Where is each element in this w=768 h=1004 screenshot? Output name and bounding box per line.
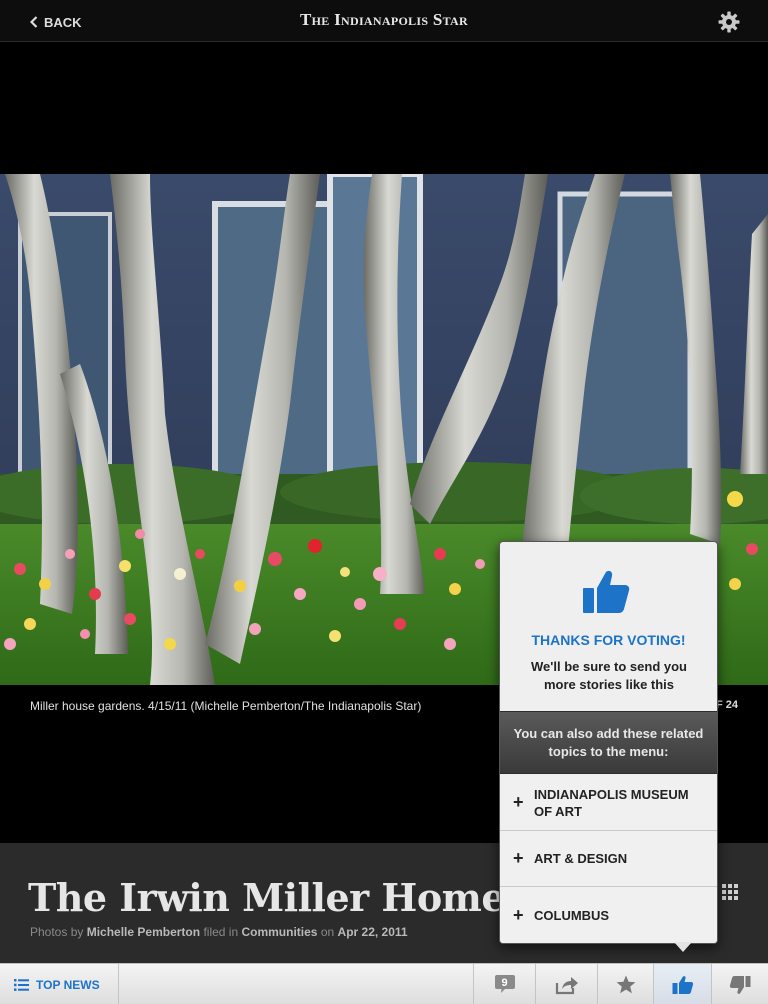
byline-date: Apr 22, 2011 [337, 925, 408, 939]
share-button[interactable] [535, 964, 597, 1004]
topic-item-columbus[interactable]: + COLUMBUS [500, 887, 717, 943]
topic-label: INDIANAPOLIS MUSEUM OF ART [534, 786, 689, 819]
vote-popover: THANKS FOR VOTING! We'll be sure to send… [499, 541, 718, 944]
related-topics-header: You can also add these related topics to… [500, 711, 717, 774]
dislike-button[interactable] [711, 964, 768, 1004]
story-byline: Photos by Michelle Pemberton filed in Co… [30, 925, 408, 939]
byline-on: on [320, 925, 335, 939]
star-icon [616, 975, 635, 994]
thanks-heading: THANKS FOR VOTING! [531, 632, 686, 648]
thumbs-down-icon [729, 975, 751, 994]
plus-icon: + [513, 792, 524, 812]
top-bar: BACK The Indianapolis Star [0, 0, 768, 42]
byline-author[interactable]: Michelle Pemberton [87, 925, 200, 939]
thumbs-up-icon [672, 975, 693, 994]
comments-button[interactable]: 9 [473, 964, 535, 1004]
byline-section[interactable]: Communities [241, 925, 317, 939]
favorite-button[interactable] [597, 964, 653, 1004]
list-icon [14, 978, 29, 991]
grid-icon[interactable] [722, 884, 738, 900]
masthead: The Indianapolis Star [299, 10, 468, 29]
gear-icon[interactable] [718, 11, 740, 33]
comment-count: 9 [501, 976, 508, 989]
share-icon [555, 976, 578, 994]
photo-counter: F 24 [715, 699, 738, 711]
popover-arrow [674, 942, 692, 952]
top-news-label: TOP NEWS [36, 977, 100, 992]
like-button[interactable] [653, 964, 711, 1004]
topic-item-indianapolis-museum-of-art[interactable]: + INDIANAPOLIS MUSEUM OF ART [500, 775, 717, 831]
plus-icon: + [513, 904, 524, 925]
thumbs-up-icon [583, 570, 630, 613]
thanks-message: We'll be sure to send you more stories l… [531, 659, 687, 692]
topic-label: COLUMBUS [534, 907, 610, 923]
plus-icon: + [513, 848, 524, 868]
byline-prefix: Photos by [30, 925, 84, 939]
top-news-button[interactable]: TOP NEWS [0, 964, 119, 1004]
bottom-toolbar: TOP NEWS 9 [0, 963, 768, 1004]
topic-item-art-design[interactable]: + ART & DESIGN [500, 831, 717, 887]
story-title: The Irwin Miller Home G [28, 875, 550, 920]
photo-caption: Miller house gardens. 4/15/11 (Michelle … [30, 699, 422, 713]
byline-filed-in: filed in [203, 925, 239, 939]
topic-label: ART & DESIGN [534, 851, 628, 866]
